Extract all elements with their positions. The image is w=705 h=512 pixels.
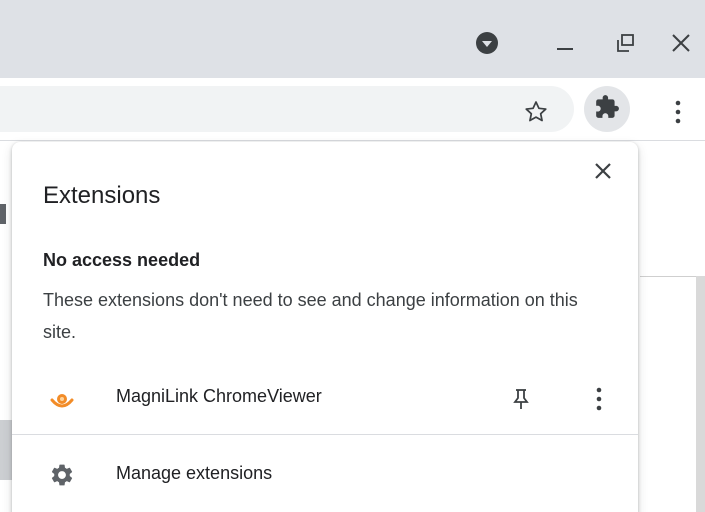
extension-name: MagniLink ChromeViewer xyxy=(116,386,322,406)
minimize-icon[interactable] xyxy=(548,26,582,60)
extensions-popup: Extensions No access needed These extens… xyxy=(12,142,638,512)
close-popup-button[interactable] xyxy=(586,156,620,190)
restore-icon[interactable] xyxy=(608,26,642,60)
popup-divider xyxy=(12,434,638,435)
toolbar xyxy=(0,78,705,140)
section-description: These extensions don't need to see and c… xyxy=(43,290,578,342)
popup-title: Extensions xyxy=(43,182,161,209)
address-bar[interactable] xyxy=(0,86,574,132)
browser-window: Extensions No access needed These extens… xyxy=(0,0,705,512)
manage-extensions-label: Manage extensions xyxy=(116,463,273,483)
page-scrollbar[interactable] xyxy=(696,276,705,512)
extension-item[interactable]: MagniLink ChromeViewer xyxy=(12,376,638,422)
star-icon[interactable] xyxy=(516,92,556,132)
profile-icon[interactable] xyxy=(470,26,504,60)
puzzle-piece-icon xyxy=(594,94,620,125)
toolbar-divider xyxy=(0,140,705,141)
kebab-menu-icon[interactable] xyxy=(658,92,698,132)
section-heading: No access needed xyxy=(43,250,201,270)
manage-extensions-button[interactable]: Manage extensions xyxy=(12,452,638,498)
page-content-edge xyxy=(0,204,6,224)
pin-icon[interactable] xyxy=(504,382,538,416)
page-content-line xyxy=(640,276,696,277)
close-icon xyxy=(594,162,612,185)
kebab-menu-icon[interactable] xyxy=(582,382,616,416)
title-bar xyxy=(0,0,705,78)
magnilink-icon xyxy=(48,386,76,414)
close-icon[interactable] xyxy=(664,26,698,60)
extensions-button[interactable] xyxy=(584,86,630,132)
page-content-edge xyxy=(0,420,12,480)
gear-icon xyxy=(49,462,75,488)
